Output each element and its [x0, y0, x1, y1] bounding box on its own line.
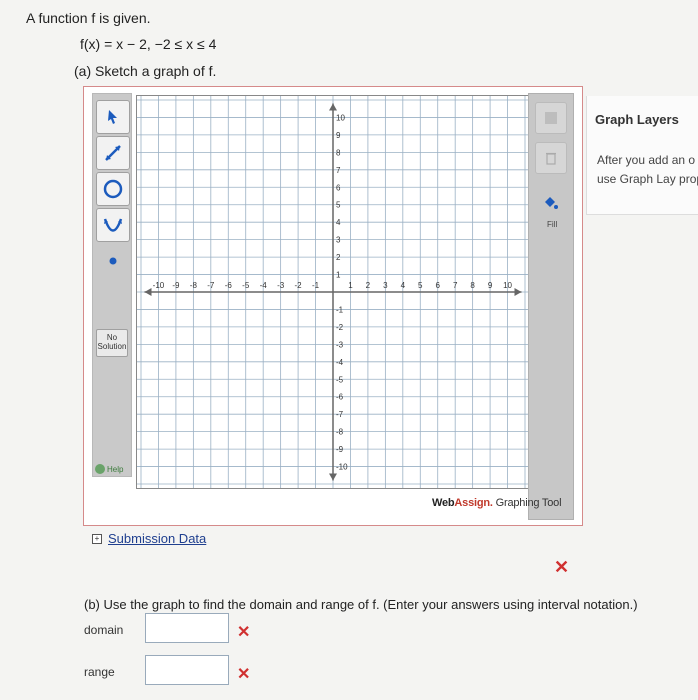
- submission-data-toggle[interactable]: + Submission Data: [92, 531, 206, 546]
- y-tick-label: -4: [336, 358, 344, 367]
- chart-settings-button[interactable]: [535, 102, 567, 134]
- webassign-branding: WebAssign. Graphing Tool: [432, 497, 562, 509]
- x-tick-label: 8: [470, 281, 475, 290]
- settings-icon: [545, 112, 557, 124]
- no-solution-button[interactable]: No Solution: [96, 329, 128, 357]
- line-icon: [105, 145, 121, 161]
- x-tick-label: 4: [401, 281, 406, 290]
- paint-bucket-icon: [545, 197, 558, 209]
- x-tick-label: -4: [260, 281, 268, 290]
- domain-label: domain: [84, 623, 124, 637]
- part-a-prompt: (a) Sketch a graph of f.: [74, 63, 217, 79]
- x-tick-label: 9: [488, 281, 493, 290]
- coordinate-grid: -10 -9 -8 -7 -6 -5 -4 -3 -2 -1 1 2 3 4 5 6 7 8 9 10 10 9 8 7 6 5 4…: [137, 96, 529, 488]
- x-tick-label: -8: [190, 281, 198, 290]
- y-tick-label: -3: [336, 340, 344, 349]
- y-axis-arrow-up: [329, 103, 337, 111]
- y-tick-label: -6: [336, 393, 344, 402]
- y-tick-label: 7: [336, 166, 341, 175]
- x-tick-label: -1: [312, 281, 320, 290]
- y-tick-label: 5: [336, 201, 341, 210]
- help-label: Help: [107, 464, 124, 474]
- x-tick-label: 1: [348, 281, 353, 290]
- range-label: range: [84, 665, 115, 679]
- x-tick-label: -5: [242, 281, 250, 290]
- x-tick-label: -6: [225, 281, 233, 290]
- function-definition: f(x) = x − 2, −2 ≤ x ≤ 4: [80, 36, 217, 52]
- x-tick-label: 10: [503, 281, 512, 290]
- y-tick-label: -2: [336, 323, 344, 332]
- domain-incorrect-icon: ✕: [237, 624, 251, 641]
- y-tick-label: 10: [336, 113, 345, 122]
- delete-button[interactable]: [535, 142, 567, 174]
- circle-icon: [103, 179, 123, 199]
- pointer-icon: [108, 110, 117, 124]
- fill-button[interactable]: [541, 194, 559, 217]
- x-tick-label: 3: [383, 281, 388, 290]
- graph-layers-title: Graph Layers: [595, 112, 679, 127]
- line-tool-button[interactable]: [96, 136, 130, 170]
- y-tick-label: 3: [336, 236, 341, 245]
- help-button[interactable]: Help: [95, 464, 123, 474]
- x-tick-label: 6: [436, 281, 441, 290]
- part-a-incorrect-icon: ✕: [554, 557, 570, 577]
- range-input[interactable]: [145, 655, 229, 685]
- x-tick-label: -3: [277, 281, 285, 290]
- x-axis-arrow-left: [144, 288, 152, 296]
- x-tick-label: -10: [153, 281, 165, 290]
- y-tick-label: 8: [336, 148, 341, 157]
- fill-label: Fill: [547, 220, 558, 229]
- y-tick-label: -7: [336, 410, 344, 419]
- y-tick-label: 2: [336, 253, 341, 262]
- domain-input[interactable]: [145, 613, 229, 643]
- y-tick-label: 6: [336, 183, 341, 192]
- x-tick-label: 7: [453, 281, 458, 290]
- trash-icon: [546, 152, 556, 165]
- brand-web: Web: [432, 497, 455, 509]
- y-tick-label: 1: [336, 271, 341, 280]
- expand-icon: +: [92, 533, 102, 544]
- y-tick-label: -1: [336, 305, 344, 314]
- graph-toolbox: No Solution Help: [92, 93, 132, 477]
- y-tick-label: -10: [336, 463, 348, 472]
- point-tool-button[interactable]: [96, 244, 130, 278]
- point-icon: [109, 257, 117, 265]
- parabola-icon: [103, 218, 123, 232]
- submission-data-link[interactable]: Submission Data: [108, 531, 206, 546]
- y-tick-label: 9: [336, 131, 341, 140]
- graph-side-panel: Fill: [528, 93, 574, 520]
- question-intro: A function f is given.: [26, 10, 151, 26]
- graph-canvas[interactable]: -10 -9 -8 -7 -6 -5 -4 -3 -2 -1 1 2 3 4 5 6 7 8 9 10 10 9 8 7 6 5 4…: [136, 95, 530, 489]
- range-incorrect-icon: ✕: [237, 666, 251, 683]
- x-axis-arrow-right: [514, 288, 522, 296]
- x-tick-label: -7: [207, 281, 215, 290]
- y-tick-label: -9: [336, 445, 344, 454]
- circle-tool-button[interactable]: [96, 172, 130, 206]
- brand-tool-name: Graphing Tool: [492, 497, 562, 509]
- x-tick-label: -2: [295, 281, 303, 290]
- pointer-tool-button[interactable]: [96, 100, 130, 134]
- y-tick-label: 4: [336, 218, 341, 227]
- y-tick-label: -8: [336, 428, 344, 437]
- parabola-tool-button[interactable]: [96, 208, 130, 242]
- brand-assign: Assign.: [454, 497, 493, 509]
- y-tick-label: -5: [336, 375, 344, 384]
- x-tick-label: -9: [172, 281, 180, 290]
- graph-layers-text: After you add an o can use Graph Lay pro…: [597, 153, 698, 186]
- part-b-prompt: (b) Use the graph to find the domain and…: [84, 597, 638, 612]
- help-icon: [95, 464, 105, 474]
- x-tick-label: 2: [366, 281, 371, 290]
- y-axis-arrow-down: [329, 473, 337, 481]
- graph-layers-panel: Graph Layers After you add an o can use …: [586, 96, 698, 215]
- x-tick-label: 5: [418, 281, 423, 290]
